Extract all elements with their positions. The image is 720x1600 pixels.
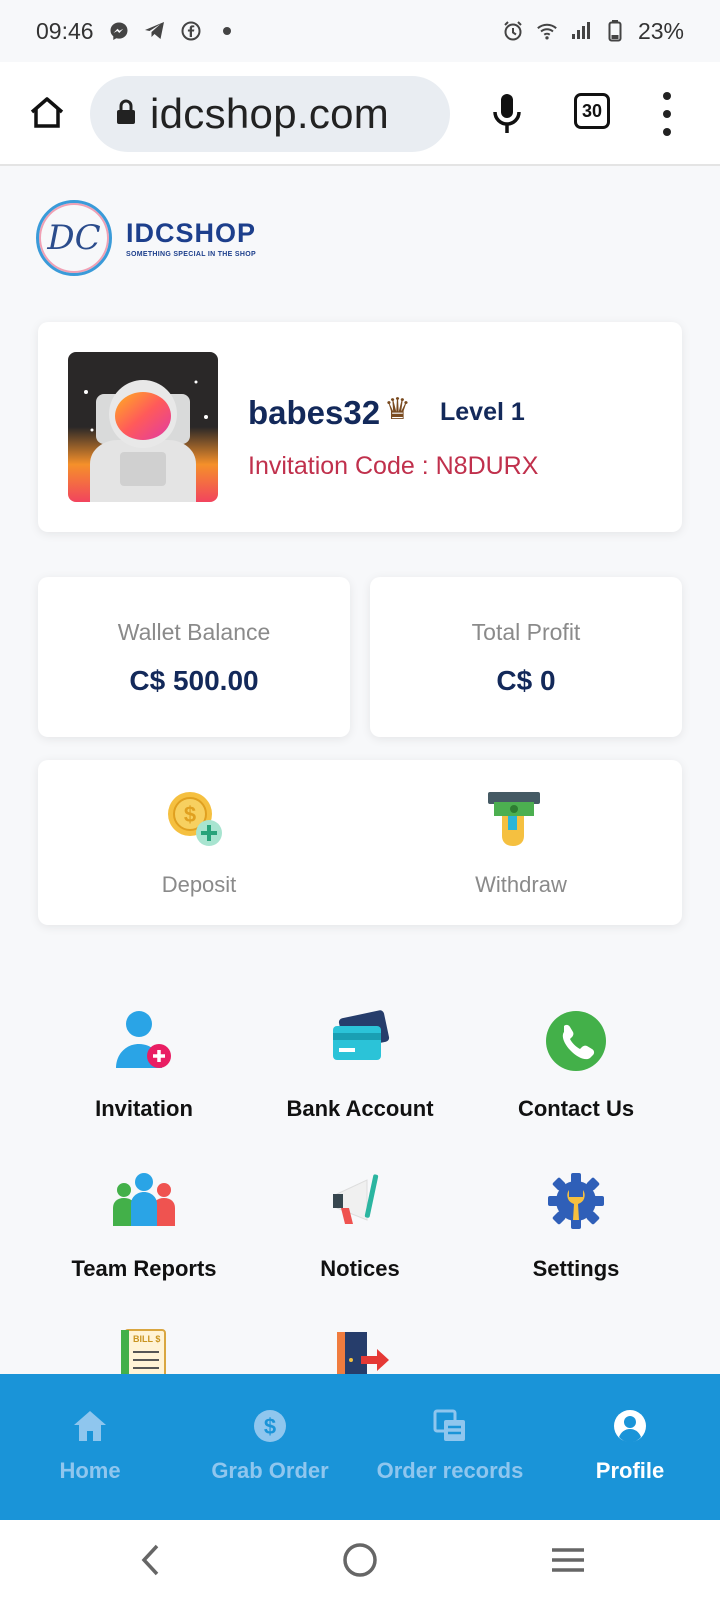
menu-item-notices[interactable]: Notices <box>252 1168 468 1308</box>
bill-text: BILL $ <box>133 1334 160 1344</box>
wallet-balance-value: C$ 500.00 <box>129 665 259 696</box>
wallet-balance-card: Wallet Balance C$ 500.00 <box>38 577 350 737</box>
megaphone-icon <box>333 1174 379 1224</box>
dollar-icon: $ <box>254 1410 286 1442</box>
facebook-icon <box>180 20 202 42</box>
username: babes32 <box>248 394 381 431</box>
logo-monogram: DC <box>36 200 112 276</box>
recents-icon[interactable] <box>538 1538 598 1582</box>
nav-order-records[interactable]: Order records <box>360 1374 540 1520</box>
invitation-code: Invitation Code : N8DURX <box>248 452 539 480</box>
nav-order-records-label: Order records <box>376 1458 524 1483</box>
nav-grab-order[interactable]: $ Grab Order <box>180 1374 360 1520</box>
user-icon <box>614 1410 646 1443</box>
menu-label: Contact Us <box>517 1096 635 1121</box>
menu-item-team-reports[interactable]: Team Reports <box>36 1168 252 1308</box>
records-icon <box>433 1409 465 1441</box>
wifi-icon <box>536 20 558 42</box>
level-badge: Level 1 <box>440 398 525 426</box>
url-text: idcshop.com <box>150 90 390 137</box>
withdraw-icon <box>488 792 540 846</box>
total-profit-card: Total Profit C$ 0 <box>370 577 682 737</box>
team-icon <box>113 1173 175 1226</box>
more-icon[interactable] <box>652 92 682 136</box>
lock-icon <box>116 99 136 130</box>
nav-home[interactable]: Home <box>0 1374 180 1520</box>
add-user-icon <box>116 1011 171 1068</box>
menu-label: Invitation <box>95 1096 193 1121</box>
home-circle-icon[interactable] <box>330 1538 390 1582</box>
deposit-button[interactable]: $ Deposit <box>38 760 360 925</box>
menu-label: Notices <box>320 1256 400 1281</box>
menu-item-contact-us[interactable]: Contact Us <box>468 1008 684 1148</box>
nav-home-label: Home <box>59 1458 121 1483</box>
mic-icon[interactable] <box>482 86 532 142</box>
nav-grab-order-label: Grab Order <box>211 1458 329 1483</box>
svg-text:$: $ <box>184 802 196 827</box>
wallet-actions-card: $ Deposit Withdraw <box>38 760 682 925</box>
wallet-balance-label: Wallet Balance <box>117 619 271 645</box>
nav-profile-label: Profile <box>595 1458 665 1483</box>
deposit-label: Deposit <box>161 872 237 897</box>
messenger-icon <box>108 20 130 42</box>
phone-icon <box>546 1011 606 1071</box>
avatar[interactable] <box>68 352 218 502</box>
home-icon[interactable] <box>22 88 72 138</box>
logo-name: IDCSHOP <box>126 218 257 248</box>
logo-tagline: SOMETHING SPECIAL IN THE SHOP <box>126 251 256 258</box>
menu-label: Bank Account <box>286 1096 434 1121</box>
browser-toolbar: idcshop.com 30 <box>0 62 720 166</box>
battery-icon <box>604 20 626 42</box>
settings-icon <box>548 1173 604 1229</box>
home-icon <box>74 1411 106 1441</box>
status-time: 09:46 <box>36 17 94 44</box>
status-bar: 09:46 23% <box>0 0 720 62</box>
battery-level: 23% <box>637 17 684 44</box>
signal-icon <box>570 20 592 42</box>
deposit-icon: $ <box>168 792 222 846</box>
total-profit-label: Total Profit <box>471 619 581 645</box>
bottom-navigation: Home $ Grab Order Order records Profile <box>0 1374 720 1520</box>
menu-item-invitation[interactable]: Invitation <box>36 1008 252 1148</box>
nav-profile[interactable]: Profile <box>540 1374 720 1520</box>
menu-label: Team Reports <box>71 1256 217 1281</box>
withdraw-button[interactable]: Withdraw <box>360 760 682 925</box>
dot-icon <box>216 20 238 42</box>
bank-card-icon <box>333 1010 390 1060</box>
crown-icon: ♛ <box>384 393 411 426</box>
withdraw-label: Withdraw <box>475 872 567 897</box>
brand-logo: DC IDCSHOP SOMETHING SPECIAL IN THE SHOP <box>36 200 256 276</box>
alarm-icon <box>502 20 524 42</box>
menu-item-bank-account[interactable]: Bank Account <box>252 1008 468 1148</box>
total-profit-value: C$ 0 <box>496 665 556 696</box>
menu-item-settings[interactable]: Settings <box>468 1168 684 1308</box>
back-icon[interactable] <box>122 1538 182 1582</box>
tabs-icon[interactable]: 30 <box>574 93 610 129</box>
system-navigation-bar <box>0 1520 720 1600</box>
profile-card: babes32 ♛ Level 1 Invitation Code : N8DU… <box>38 322 682 532</box>
telegram-icon <box>144 20 166 42</box>
svg-text:$: $ <box>264 1414 276 1439</box>
address-bar[interactable]: idcshop.com <box>90 76 450 152</box>
menu-label: Settings <box>532 1256 620 1281</box>
